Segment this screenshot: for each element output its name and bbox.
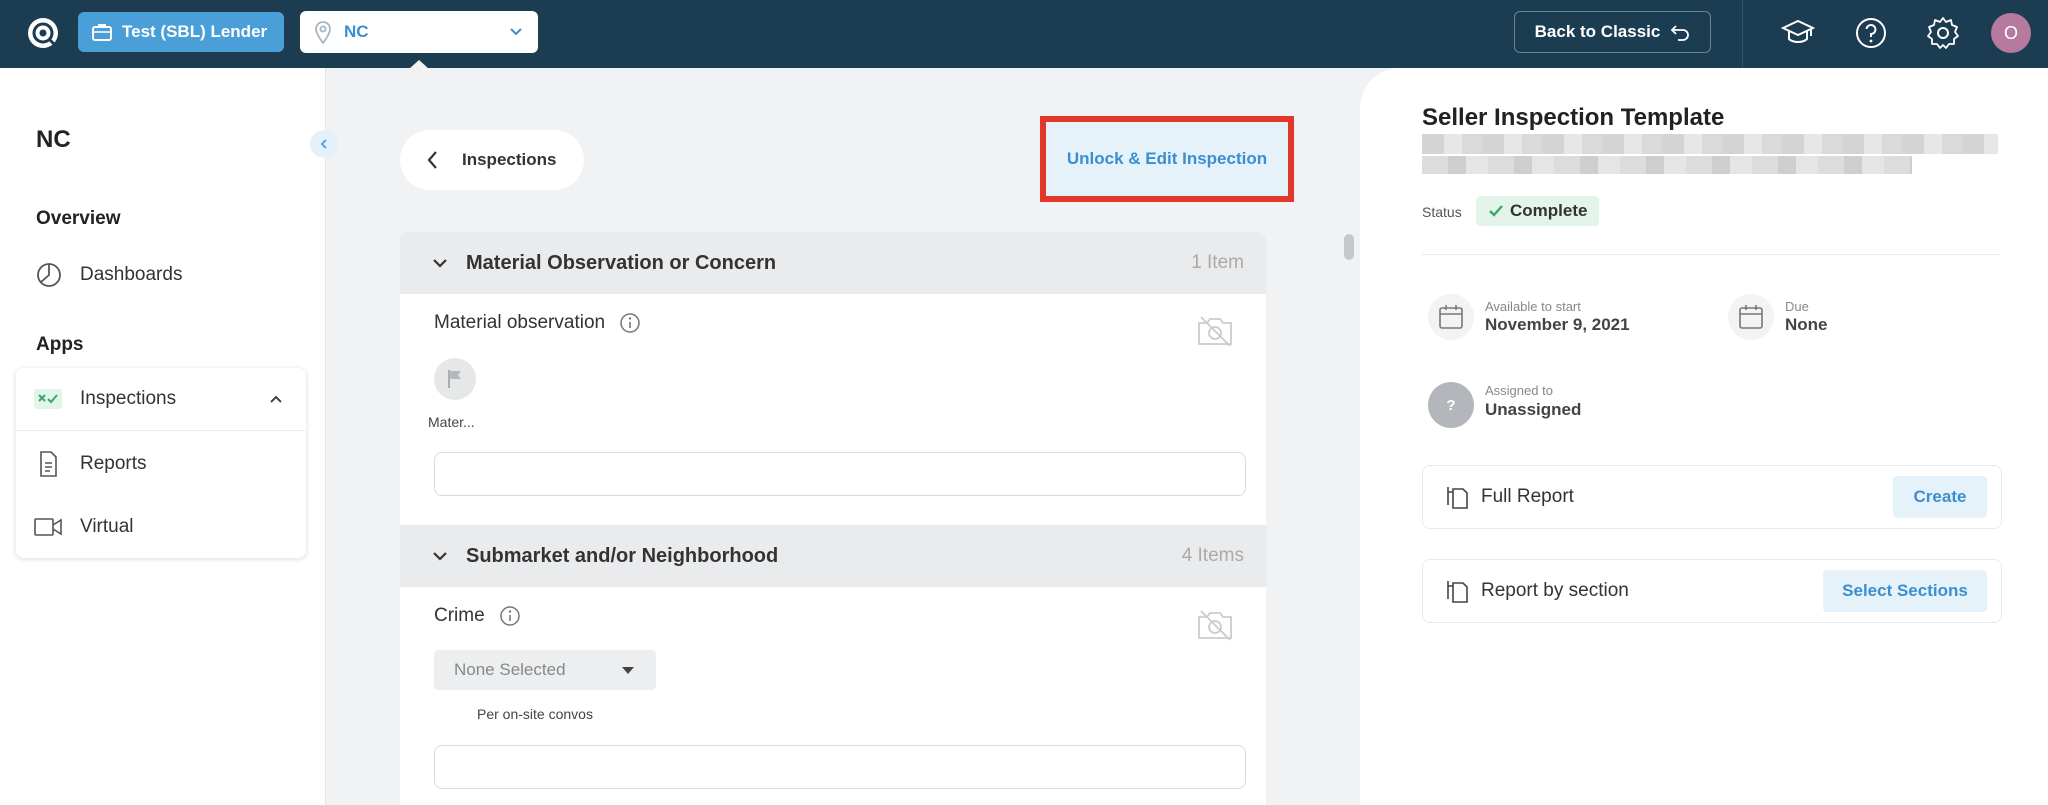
apps-menu: Inspections Reports Virtual <box>16 368 306 558</box>
calendar-icon <box>1728 294 1774 340</box>
assigned-value[interactable]: Unassigned <box>1485 400 1581 420</box>
report-by-section-card: Report by section Select Sections <box>1422 559 2002 623</box>
crime-select[interactable]: None Selected <box>434 650 656 690</box>
sidebar-item-label: Virtual <box>80 515 134 537</box>
template-title: Seller Inspection Template <box>1422 104 1725 131</box>
select-sections-button[interactable]: Select Sections <box>1823 570 1987 612</box>
full-report-card: Full Report Create <box>1422 465 2002 529</box>
undo-arrow-icon <box>1671 25 1690 41</box>
checkmark-icon <box>1489 205 1503 217</box>
status-value: Complete <box>1510 201 1588 220</box>
create-report-button[interactable]: Create <box>1893 476 1987 518</box>
flag-option-label: Mater... <box>428 414 475 430</box>
section-header-submarket[interactable]: Submarket and/or Neighborhood 4 Items <box>400 525 1266 587</box>
scrollbar-thumb[interactable] <box>1344 234 1354 260</box>
status-label: Status <box>1422 204 1462 220</box>
section-header-material[interactable]: Material Observation or Concern 1 Item <box>400 232 1266 294</box>
sidebar-item-reports[interactable]: Reports <box>16 432 306 495</box>
user-avatar[interactable]: O <box>1991 13 2031 53</box>
info-icon[interactable] <box>499 605 521 627</box>
inspection-details-panel: Seller Inspection Template Status Comple… <box>1360 68 2048 805</box>
gear-icon[interactable] <box>1926 16 1960 50</box>
document-icon <box>40 450 57 477</box>
location-value: NC <box>344 22 369 41</box>
sidebar-collapse-button[interactable] <box>310 130 338 158</box>
back-to-classic-button[interactable]: Back to Classic <box>1514 11 1711 53</box>
crime-select-value: None Selected <box>454 660 566 679</box>
crime-note: Per on-site convos <box>477 706 593 722</box>
redacted-address-line <box>1422 156 1912 174</box>
organization-label: Test (SBL) Lender <box>122 22 268 41</box>
location-select[interactable]: NC <box>300 11 538 53</box>
camera-off-icon[interactable] <box>1196 608 1234 642</box>
question-text: Crime <box>434 605 485 626</box>
copy-document-icon <box>1447 581 1468 603</box>
map-pin-icon <box>315 21 331 44</box>
graduation-cap-icon[interactable] <box>1780 16 1816 50</box>
inspections-check-icon <box>34 389 62 409</box>
status-badge: Complete <box>1476 196 1600 226</box>
pie-chart-icon <box>37 263 61 287</box>
unlock-edit-label: Unlock & Edit Inspection <box>1066 149 1268 168</box>
section-title: Submarket and/or Neighborhood <box>466 544 779 567</box>
back-to-inspections-button[interactable]: Inspections <box>400 130 584 190</box>
chevron-down-icon <box>433 552 447 561</box>
crime-notes-input[interactable] <box>434 745 1246 789</box>
section-title: Material Observation or Concern <box>466 251 777 274</box>
sidebar-item-label: Dashboards <box>80 264 183 285</box>
sidebar-item-inspections[interactable]: Inspections <box>16 368 306 431</box>
apps-heading: Apps <box>36 334 84 355</box>
section-count: 4 Items <box>1181 545 1244 566</box>
sidebar-title: NC <box>36 126 71 153</box>
due-label: Due <box>1785 299 1809 314</box>
copy-document-icon <box>1447 487 1468 509</box>
assigned-label: Assigned to <box>1485 383 1553 398</box>
sidebar-item-dashboards[interactable]: Dashboards <box>36 262 182 288</box>
flag-option-button[interactable] <box>434 358 476 400</box>
chevron-up-icon[interactable] <box>268 391 284 407</box>
full-report-label: Full Report <box>1481 486 1574 507</box>
question-label: Crime <box>434 605 521 627</box>
available-value: November 9, 2021 <box>1485 315 1630 334</box>
divider <box>1422 254 2000 255</box>
topbar-divider <box>1742 0 1743 68</box>
chevron-left-icon <box>320 139 327 149</box>
camera-off-icon[interactable] <box>1196 314 1234 348</box>
app-logo-icon[interactable] <box>26 16 60 50</box>
section-count: 1 Item <box>1191 252 1244 273</box>
organization-button[interactable]: Test (SBL) Lender <box>78 12 284 52</box>
back-label: Inspections <box>462 150 557 169</box>
available-label: Available to start <box>1485 299 1581 314</box>
flag-icon <box>448 370 461 388</box>
inspection-panel: Material Observation or Concern 1 Item M… <box>400 232 1266 805</box>
info-icon[interactable] <box>619 312 641 334</box>
sidebar-item-label: Reports <box>80 452 147 474</box>
calendar-icon <box>1428 294 1474 340</box>
report-by-section-label: Report by section <box>1481 580 1629 601</box>
help-icon[interactable] <box>1854 16 1888 50</box>
chevron-left-icon <box>427 151 437 169</box>
question-text: Material observation <box>434 312 606 333</box>
assignee-avatar[interactable]: ? <box>1428 382 1474 428</box>
video-camera-icon <box>34 517 62 536</box>
dropdown-caret <box>409 60 429 69</box>
caret-down-icon <box>622 667 634 674</box>
chevron-down-icon <box>433 259 447 268</box>
overview-heading: Overview <box>36 208 121 229</box>
sidebar: NC Overview Dashboards Apps Inspections <box>0 68 326 805</box>
due-value: None <box>1785 315 1828 334</box>
top-bar: Test (SBL) Lender NC Back to Classic O <box>0 0 2048 68</box>
sidebar-item-virtual[interactable]: Virtual <box>16 495 306 558</box>
back-to-classic-label: Back to Classic <box>1534 22 1661 41</box>
redacted-address-line <box>1422 134 1998 154</box>
briefcase-icon <box>92 24 112 41</box>
question-label: Material observation <box>434 312 641 334</box>
unlock-edit-inspection-button[interactable]: Unlock & Edit Inspection <box>1040 116 1294 202</box>
material-notes-input[interactable] <box>434 452 1246 496</box>
chevron-down-icon <box>510 28 522 36</box>
sidebar-item-label: Inspections <box>80 388 177 409</box>
